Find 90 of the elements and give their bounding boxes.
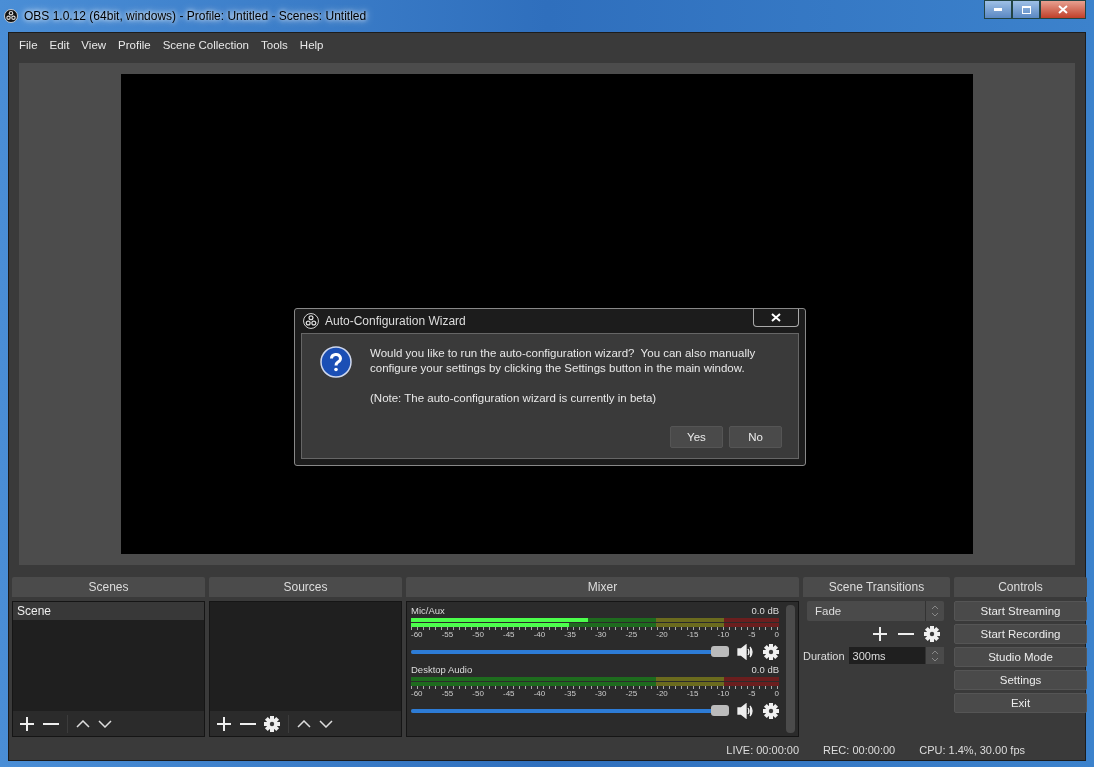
close-button[interactable] — [1040, 0, 1086, 19]
scale-label: -40 — [533, 689, 546, 699]
scale-label: -15 — [686, 630, 699, 640]
scale-label: -20 — [656, 689, 668, 699]
add-icon[interactable] — [19, 715, 35, 732]
logo-icon — [303, 313, 319, 329]
control-button[interactable]: Settings — [954, 670, 1087, 690]
close-icon — [1058, 5, 1068, 14]
scale-label: -20 — [656, 630, 668, 640]
channel-name: Mic/Aux — [411, 605, 445, 618]
dock-header: Sources — [209, 577, 402, 597]
scene-item[interactable]: Scene — [13, 602, 204, 620]
maximize-button[interactable] — [1012, 0, 1040, 19]
settings-icon[interactable] — [763, 703, 779, 719]
spinner-icon — [931, 604, 939, 618]
settings-icon[interactable] — [763, 644, 779, 660]
remove-icon[interactable] — [898, 632, 914, 636]
menu-item[interactable]: File — [13, 39, 44, 51]
menu-item[interactable]: Profile — [112, 39, 157, 51]
scale-label: -10 — [717, 630, 730, 640]
menu-item[interactable]: Edit — [43, 39, 76, 51]
properties-icon[interactable] — [264, 715, 280, 732]
live-status: LIVE: 00:00:00 — [726, 744, 800, 756]
move-up-icon[interactable] — [297, 719, 311, 728]
move-up-icon[interactable] — [76, 719, 90, 728]
scale-label: -35 — [564, 689, 576, 699]
channel-name: Desktop Audio — [411, 664, 473, 677]
duration-label: Duration — [803, 649, 845, 662]
scale-label: -60 — [411, 689, 423, 699]
scale-label: -25 — [625, 630, 638, 640]
menu-item[interactable]: View — [75, 39, 113, 51]
rec-status: REC: 00:00:00 — [823, 744, 896, 756]
scale-label: -10 — [717, 689, 730, 699]
scale-label: -60 — [411, 630, 423, 640]
control-button[interactable]: Start Recording — [954, 624, 1087, 644]
channel-reading: 0.0 dB — [751, 605, 779, 618]
scale-label: -30 — [594, 689, 607, 699]
dock-header: Scenes — [12, 577, 205, 597]
move-down-icon[interactable] — [319, 719, 333, 728]
scale-label: -55 — [441, 689, 454, 699]
remove-icon[interactable] — [43, 721, 59, 726]
spinner-icon — [931, 648, 939, 663]
add-icon[interactable] — [872, 626, 888, 642]
duration-field[interactable]: 300ms — [848, 647, 944, 664]
scale-label: 0 — [774, 630, 779, 640]
scale-label: -5 — [748, 630, 756, 640]
move-down-icon[interactable] — [98, 719, 112, 728]
speaker-icon[interactable] — [737, 644, 755, 660]
dock-header: Scene Transitions — [803, 577, 950, 597]
minimize-icon — [994, 8, 1002, 11]
properties-icon[interactable] — [924, 626, 940, 642]
scale-label: -30 — [594, 630, 607, 640]
control-button[interactable]: Studio Mode — [954, 647, 1087, 667]
scale-label: -45 — [502, 689, 515, 699]
scale-label: -55 — [441, 630, 454, 640]
control-button[interactable]: Exit — [954, 693, 1087, 713]
dialog-title: Auto-Configuration Wizard — [325, 314, 466, 328]
scale-label: -15 — [686, 689, 699, 699]
scale-label: -40 — [533, 630, 546, 640]
dialog-button[interactable]: Yes — [670, 426, 723, 448]
scale-label: -50 — [472, 630, 484, 640]
scale-label: -50 — [472, 689, 484, 699]
menu-item[interactable]: Tools — [255, 39, 294, 51]
cpu-status: CPU: 1.4%, 30.00 fps — [919, 744, 1025, 756]
scale-label: 0 — [774, 689, 779, 699]
dialog-note: (Note: The auto-configuration wizard is currently in beta) — [370, 391, 658, 406]
menu-item[interactable]: Scene Collection — [156, 39, 255, 51]
scale-label: -25 — [625, 689, 638, 699]
remove-icon[interactable] — [240, 721, 256, 726]
window-title: OBS 1.0.12 (64bit, windows) - Profile: Untitled - Scenes: Untitled — [24, 9, 367, 23]
speaker-icon[interactable] — [737, 703, 755, 719]
close-button[interactable] — [753, 309, 799, 327]
dock-header: Controls — [954, 577, 1087, 597]
minimize-button[interactable] — [984, 0, 1012, 19]
scale-label: -5 — [748, 689, 756, 699]
logo-icon — [4, 9, 18, 23]
dialog-message: Would you like to run the auto-configuration wizard? You can also manually configure your settings by clicking the Settings button in the main window. — [370, 346, 757, 376]
maximize-icon — [1021, 5, 1031, 14]
dialog-button[interactable]: No — [729, 426, 782, 448]
control-button[interactable]: Start Streaming — [954, 601, 1087, 621]
scale-label: -35 — [564, 630, 576, 640]
channel-reading: 0.0 dB — [751, 664, 779, 677]
add-icon[interactable] — [216, 715, 232, 732]
scale-label: -45 — [502, 630, 515, 640]
close-icon — [771, 313, 781, 322]
scrollbar[interactable] — [786, 605, 795, 733]
transition-dropdown[interactable]: Fade — [807, 601, 944, 621]
menu-item[interactable]: Help — [293, 39, 330, 51]
question-icon — [320, 346, 352, 378]
dock-header: Mixer — [406, 577, 799, 597]
